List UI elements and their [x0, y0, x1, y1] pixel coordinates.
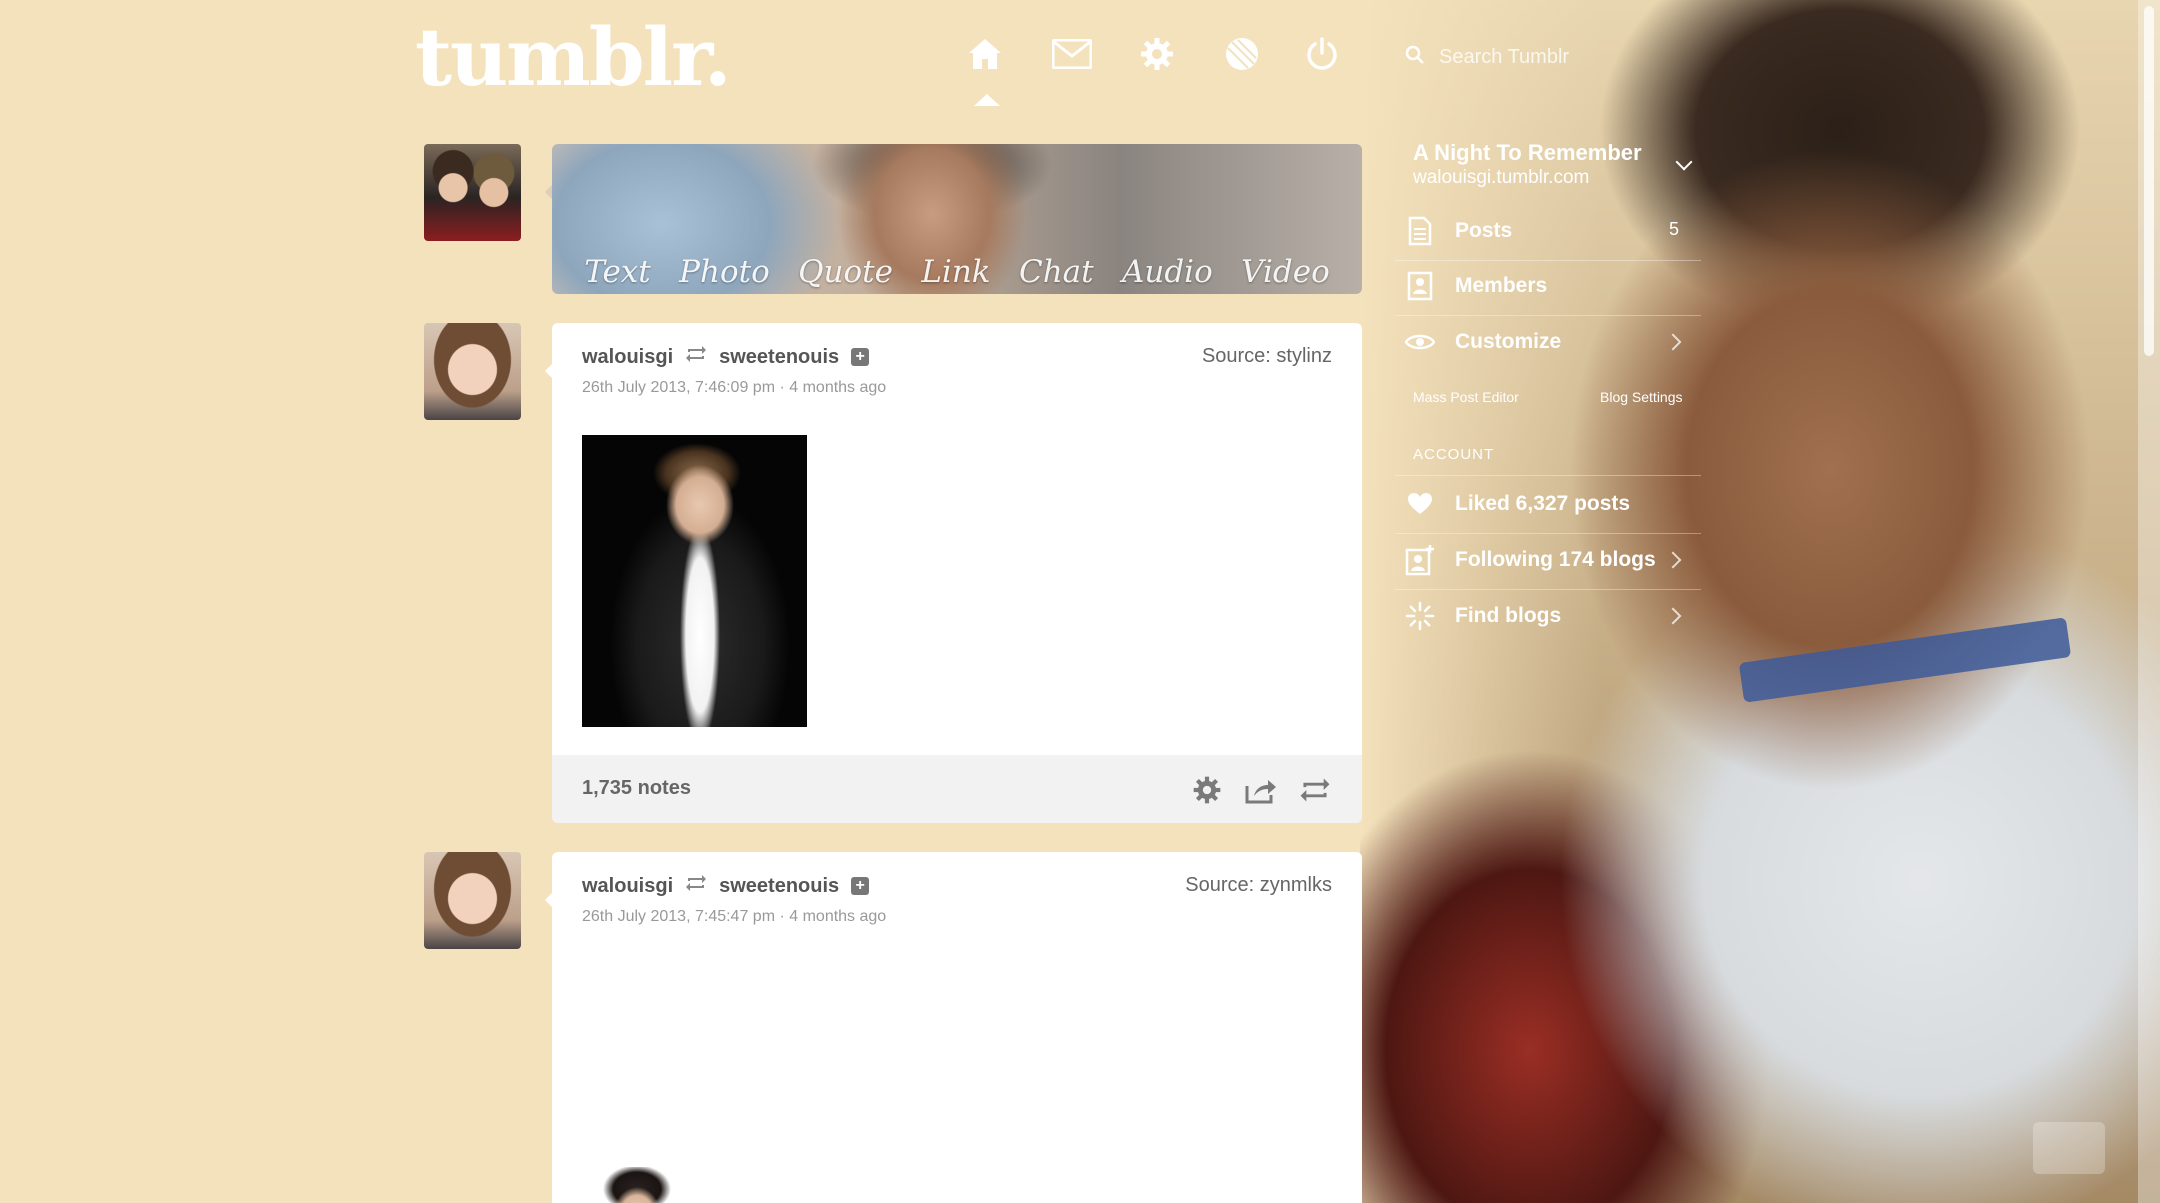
document-icon: [1405, 216, 1435, 246]
sidebar-item-label: Following 174 blogs: [1455, 548, 1656, 571]
post-author-link[interactable]: walouisgi: [582, 875, 673, 898]
composer-tab-quote[interactable]: Quote: [798, 254, 893, 290]
gear-icon[interactable]: [1190, 773, 1224, 807]
sidebar-item-customize[interactable]: Customize: [1405, 316, 1701, 368]
post-byline: walouisgi sweetenouis +: [582, 345, 870, 369]
post-source-link[interactable]: Source: stylinz: [1202, 345, 1332, 368]
composer-tabs: Text Photo Quote Link Chat Audio Video: [552, 254, 1362, 290]
divider: [1395, 475, 1701, 476]
sidebar-item-label: Posts: [1455, 219, 1513, 242]
post-composer-banner: Text Photo Quote Link Chat Audio Video: [552, 144, 1362, 294]
sidebar-item-following[interactable]: Following 174 blogs: [1405, 534, 1701, 586]
post-source-link[interactable]: Source: zynmlks: [1185, 874, 1332, 897]
power-icon[interactable]: [1298, 30, 1346, 78]
sparkle-icon: [1405, 601, 1435, 631]
post-header: walouisgi sweetenouis + 26th July 2013, …: [552, 852, 1362, 932]
chevron-right-icon: [1664, 551, 1682, 569]
sidebar-item-posts[interactable]: Posts 5: [1405, 205, 1701, 257]
composer-tab-video[interactable]: Video: [1241, 254, 1330, 290]
blog-title[interactable]: A Night To Remember: [1413, 140, 1642, 166]
post-byline: walouisgi sweetenouis +: [582, 874, 870, 898]
search-bar: [1405, 40, 1665, 74]
reblogged-from-link[interactable]: sweetenouis: [719, 346, 839, 369]
following-icon: [1405, 545, 1435, 576]
post-footer: 1,735 notes: [552, 755, 1362, 823]
search-input[interactable]: [1437, 44, 1651, 70]
mass-post-editor-link[interactable]: Mass Post Editor: [1413, 389, 1519, 405]
share-icon[interactable]: [1244, 773, 1278, 807]
post-photo[interactable]: [582, 435, 807, 727]
post-avatar[interactable]: [424, 323, 521, 420]
post-date[interactable]: 26th July 2013, 7:45:47 pm · 4 months ag…: [582, 908, 886, 926]
post-author-link[interactable]: walouisgi: [582, 346, 673, 369]
composer-tab-photo[interactable]: Photo: [679, 254, 770, 290]
sidebar-item-label: Liked 6,327 posts: [1455, 492, 1631, 515]
tumblr-logo[interactable]: tumblr.: [415, 10, 732, 104]
reblogged-from-link[interactable]: sweetenouis: [719, 875, 839, 898]
sidebar-item-liked[interactable]: Liked 6,327 posts: [1405, 478, 1701, 530]
chevron-right-icon: [1664, 333, 1682, 351]
search-icon: [1405, 45, 1425, 70]
mail-icon[interactable]: [1048, 30, 1096, 78]
radar-icon[interactable]: [1218, 30, 1266, 78]
composer-tab-audio[interactable]: Audio: [1122, 254, 1213, 290]
sidebar-item-label: Customize: [1455, 330, 1562, 353]
chevron-right-icon: [1664, 607, 1682, 625]
post-photo[interactable]: [602, 1167, 672, 1203]
blog-url[interactable]: walouisgi.tumblr.com: [1413, 167, 1589, 189]
composer-tab-text[interactable]: Text: [584, 254, 651, 290]
blog-settings-link[interactable]: Blog Settings: [1600, 389, 1683, 405]
composer-tab-chat[interactable]: Chat: [1019, 254, 1094, 290]
sidebar-item-label: Find blogs: [1455, 604, 1562, 627]
sidebar-item-label: Members: [1455, 274, 1548, 297]
reblog-icon: [685, 874, 707, 898]
eye-icon: [1405, 327, 1435, 357]
reblog-icon[interactable]: [1298, 773, 1332, 807]
composer-tab-link[interactable]: Link: [921, 254, 990, 290]
members-icon: [1405, 271, 1435, 301]
post-date[interactable]: 26th July 2013, 7:46:09 pm · 4 months ag…: [582, 379, 886, 397]
reblog-icon: [685, 345, 707, 369]
heart-icon: [1405, 489, 1435, 519]
scrollbar-thumb[interactable]: [2144, 6, 2154, 356]
back-to-top-button[interactable]: [2033, 1122, 2105, 1174]
post-card: walouisgi sweetenouis + 26th July 2013, …: [552, 323, 1362, 823]
post-notes-count[interactable]: 1,735 notes: [582, 777, 691, 800]
shirt-stripe: [1738, 617, 2072, 703]
home-icon[interactable]: [961, 30, 1009, 78]
post-card: walouisgi sweetenouis + 26th July 2013, …: [552, 852, 1362, 1203]
post-avatar[interactable]: [424, 852, 521, 949]
blog-avatar[interactable]: [424, 144, 521, 241]
active-nav-indicator: [974, 94, 1000, 106]
sidebar-item-find-blogs[interactable]: Find blogs: [1405, 590, 1701, 642]
post-header: walouisgi sweetenouis + 26th July 2013, …: [552, 323, 1362, 403]
sidebar-item-members[interactable]: Members: [1405, 260, 1701, 312]
follow-plus-icon[interactable]: +: [851, 877, 870, 895]
posts-count: 5: [1668, 219, 1679, 239]
follow-plus-icon[interactable]: +: [851, 348, 870, 366]
account-heading: ACCOUNT: [1413, 446, 1495, 463]
gear-icon[interactable]: [1133, 30, 1181, 78]
